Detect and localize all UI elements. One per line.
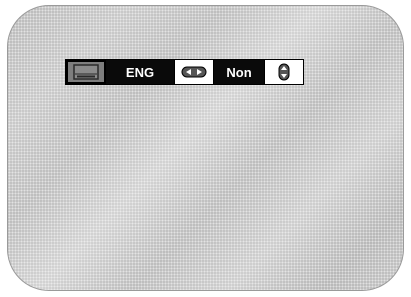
subtitle-language-value[interactable]: ENG [106,60,174,84]
subtitle-icon [66,60,106,84]
tv-screen: ENG Non [7,5,404,291]
subtitle-setting-value[interactable]: Non [214,60,264,84]
up-down-arrows-icon[interactable] [264,60,303,84]
subtitle-osd-bar: ENG Non [65,59,304,85]
left-right-arrows-icon[interactable] [174,60,214,84]
